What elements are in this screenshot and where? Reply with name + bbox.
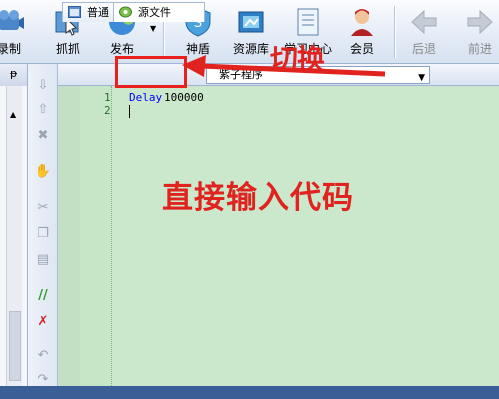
source-file-icon xyxy=(119,6,132,18)
grab-label: 抓抓 xyxy=(55,42,80,56)
move-up-icon[interactable]: ⇧ xyxy=(33,100,53,120)
publish-label: 发布 xyxy=(109,42,134,56)
line-number: 2 xyxy=(104,104,111,117)
tab-source-file-label: 源文件 xyxy=(138,6,171,19)
undo-icon[interactable]: ↶ xyxy=(33,346,53,366)
normal-view-icon xyxy=(68,6,81,18)
highlight-box xyxy=(115,56,187,88)
move-down-icon[interactable]: ⇩ xyxy=(33,76,53,96)
chevron-down-icon[interactable]: ▼ xyxy=(418,70,425,86)
tab-source-file[interactable]: 源文件 xyxy=(113,2,205,22)
hand-icon[interactable]: ✋ xyxy=(33,162,53,182)
line-number-margin xyxy=(80,86,112,386)
back-button[interactable]: 后退 xyxy=(402,0,446,64)
resource-library-icon xyxy=(238,11,264,33)
publish-dropdown-icon[interactable]: ▼ xyxy=(150,24,156,33)
learning-center-icon xyxy=(297,8,319,36)
code-editor[interactable] xyxy=(58,86,499,386)
record-button[interactable]: 录制 xyxy=(0,0,32,64)
line-number: 1 xyxy=(104,91,111,104)
cut-icon[interactable]: ✂ xyxy=(33,198,53,218)
back-label: 后退 xyxy=(411,42,436,56)
uncomment-icon[interactable]: ✗ xyxy=(33,312,53,332)
annotation-switch: 切换 xyxy=(270,43,325,76)
record-icon xyxy=(0,10,24,30)
paste-icon[interactable]: ▤ xyxy=(33,250,53,270)
editor-gutter xyxy=(58,86,80,386)
delete-icon[interactable]: ✖ xyxy=(33,126,53,146)
comment-icon[interactable]: // xyxy=(33,286,53,306)
annotation-direct-input: 直接输入代码 xyxy=(162,180,354,216)
forward-button[interactable]: 前进 xyxy=(458,0,499,64)
window-bottom-border xyxy=(0,386,499,399)
member-icon xyxy=(351,9,373,36)
forward-label: 前进 xyxy=(467,42,492,56)
code-keyword: Delay xyxy=(129,91,163,104)
scrollbar-thumb[interactable] xyxy=(9,311,21,381)
pin-icon[interactable]: ᵽ xyxy=(10,67,17,80)
record-label: 录制 xyxy=(0,42,21,56)
text-caret xyxy=(129,105,130,118)
toolbar-separator xyxy=(394,6,396,58)
back-arrow-icon xyxy=(411,9,437,35)
tab-normal-label: 普通 xyxy=(87,6,109,19)
scroll-up-icon[interactable]: ▲ xyxy=(10,110,16,119)
copy-icon[interactable]: ❐ xyxy=(33,224,53,244)
editor-side-toolbar: ⇩ ⇧ ✖ ✋ ✂ ❐ ▤ // ✗ ↶ ↷ xyxy=(28,64,58,387)
code-argument: 100000 xyxy=(164,91,204,104)
forward-arrow-icon xyxy=(467,9,493,35)
left-panel-header: ᵽ xyxy=(0,64,28,86)
left-panel-scrollbar[interactable]: ▲ xyxy=(6,86,22,386)
